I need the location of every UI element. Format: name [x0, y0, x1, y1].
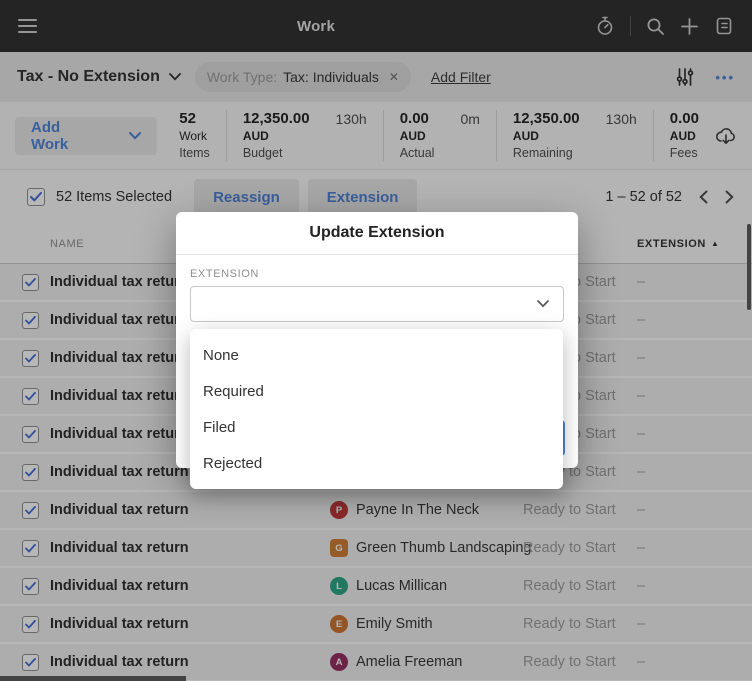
dropdown-option-required[interactable]: Required	[190, 373, 563, 409]
dropdown-option-filed[interactable]: Filed	[190, 409, 563, 445]
extension-select[interactable]	[190, 286, 564, 322]
modal-header: Update Extension	[176, 212, 578, 255]
dropdown-option-none[interactable]: None	[190, 337, 563, 373]
modal-title: Update Extension	[309, 224, 445, 241]
modal-body: EXTENSION	[176, 255, 578, 322]
extension-options-dropdown: None Required Filed Rejected	[190, 329, 563, 489]
extension-field-label: EXTENSION	[190, 268, 259, 280]
dropdown-option-rejected[interactable]: Rejected	[190, 445, 563, 481]
chevron-down-icon	[537, 300, 549, 308]
